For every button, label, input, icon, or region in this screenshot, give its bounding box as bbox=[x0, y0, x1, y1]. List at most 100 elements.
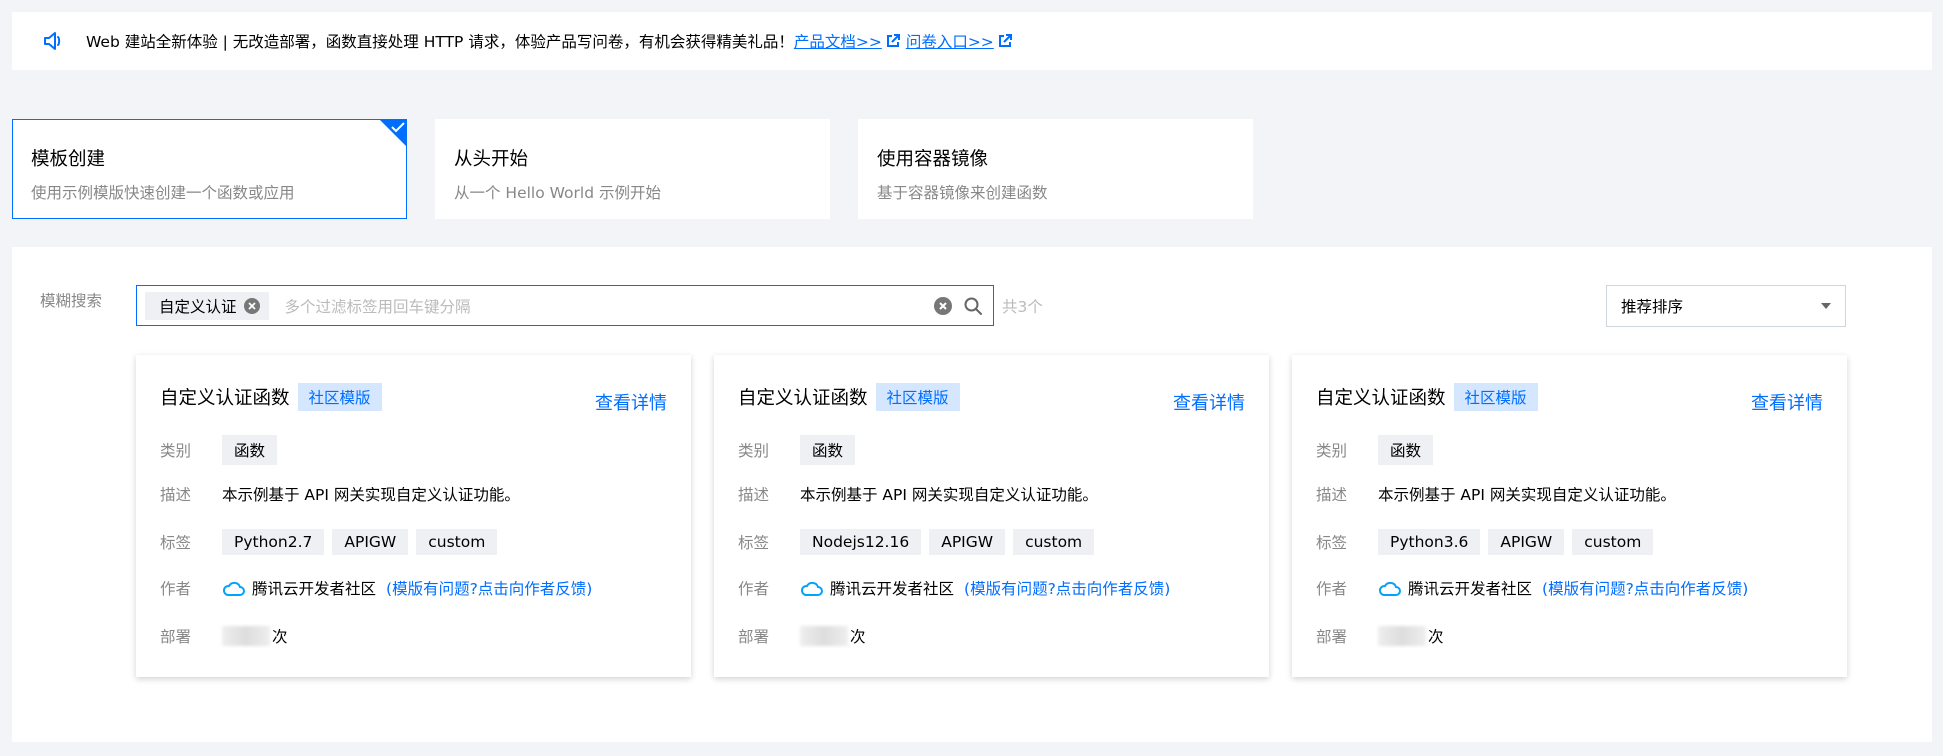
feedback-link[interactable]: (模版有问题?点击向作者反馈) bbox=[386, 577, 592, 599]
tag: custom bbox=[416, 529, 498, 555]
category-tag: 函数 bbox=[800, 435, 856, 465]
selected-check-icon bbox=[379, 119, 407, 147]
cloud-icon bbox=[1378, 581, 1401, 596]
community-badge: 社区模版 bbox=[297, 383, 382, 411]
field-label: 标签 bbox=[160, 534, 192, 552]
chevron-down-icon bbox=[1821, 303, 1831, 309]
category-row: 类别 函数 bbox=[738, 435, 863, 465]
search-placeholder[interactable]: 多个过滤标签用回车键分隔 bbox=[285, 295, 933, 317]
notice-bar: Web 建站全新体验 | 无改造部署，函数直接处理 HTTP 请求，体验产品写问… bbox=[12, 12, 1932, 70]
remove-chip-icon[interactable] bbox=[243, 297, 261, 315]
field-label: 作者 bbox=[1316, 580, 1348, 598]
field-label: 类别 bbox=[160, 442, 192, 460]
blurred-count bbox=[800, 626, 848, 646]
mode-card-container[interactable]: 使用容器镜像 基于容器镜像来创建函数 bbox=[858, 119, 1253, 219]
author-name: 腾讯云开发者社区 bbox=[252, 580, 377, 598]
category-row: 类别 函数 bbox=[160, 435, 285, 465]
field-label: 标签 bbox=[1316, 534, 1348, 552]
template-name: 自定义认证函数 bbox=[738, 388, 868, 409]
tag: custom bbox=[1572, 529, 1654, 555]
feedback-link[interactable]: (模版有问题?点击向作者反馈) bbox=[1542, 577, 1748, 599]
cloud-icon bbox=[800, 581, 823, 596]
times-suffix: 次 bbox=[1428, 628, 1444, 646]
speaker-icon bbox=[44, 32, 61, 50]
author-name: 腾讯云开发者社区 bbox=[1408, 580, 1533, 598]
template-card[interactable]: 自定义认证函数 社区模版 查看详情 类别 函数 描述 本示例基于 API 网关实… bbox=[714, 355, 1269, 677]
field-label: 作者 bbox=[738, 580, 770, 598]
category-row: 类别 函数 bbox=[1316, 435, 1441, 465]
template-name: 自定义认证函数 bbox=[1316, 388, 1446, 409]
field-label: 作者 bbox=[160, 580, 192, 598]
survey-link[interactable]: 问卷入口>> bbox=[906, 30, 994, 52]
result-count: 共3个 bbox=[1002, 298, 1043, 316]
field-label: 类别 bbox=[1316, 442, 1348, 460]
mode-desc: 从一个 Hello World 示例开始 bbox=[454, 184, 661, 202]
category-tag: 函数 bbox=[222, 435, 278, 465]
view-detail-link[interactable]: 查看详情 bbox=[595, 389, 667, 415]
author-row: 作者 腾讯云开发者社区 (模版有问题?点击向作者反馈) bbox=[1316, 577, 1748, 599]
template-card[interactable]: 自定义认证函数 社区模版 查看详情 类别 函数 描述 本示例基于 API 网关实… bbox=[1292, 355, 1847, 677]
filter-label: 模糊搜索 bbox=[40, 292, 103, 310]
tag: APIGW bbox=[1488, 529, 1565, 555]
mode-title: 模板创建 bbox=[31, 149, 106, 170]
sort-select[interactable]: 推荐排序 bbox=[1606, 285, 1846, 327]
notice-text: Web 建站全新体验 | 无改造部署，函数直接处理 HTTP 请求，体验产品写问… bbox=[86, 33, 794, 51]
description-row: 描述 本示例基于 API 网关实现自定义认证功能。 bbox=[1316, 483, 1676, 505]
deploy-row: 部署 次 bbox=[738, 625, 866, 647]
template-title-row: 自定义认证函数 社区模版 bbox=[1316, 383, 1538, 411]
tags-row: 标签 Python2.7 APIGW custom bbox=[160, 529, 505, 555]
field-label: 部署 bbox=[738, 628, 770, 646]
mode-card-scratch[interactable]: 从头开始 从一个 Hello World 示例开始 bbox=[435, 119, 830, 219]
field-label: 描述 bbox=[160, 486, 192, 504]
template-name: 自定义认证函数 bbox=[160, 388, 290, 409]
mode-card-template[interactable]: 模板创建 使用示例模版快速创建一个函数或应用 bbox=[12, 119, 407, 219]
view-detail-link[interactable]: 查看详情 bbox=[1751, 389, 1823, 415]
field-label: 部署 bbox=[1316, 628, 1348, 646]
docs-link[interactable]: 产品文档>> bbox=[794, 30, 882, 52]
template-title-row: 自定义认证函数 社区模版 bbox=[738, 383, 960, 411]
external-link-icon[interactable] bbox=[886, 34, 900, 48]
tags-row: 标签 Python3.6 APIGW custom bbox=[1316, 529, 1661, 555]
blurred-count bbox=[1378, 626, 1426, 646]
sort-selected: 推荐排序 bbox=[1621, 298, 1684, 316]
feedback-link[interactable]: (模版有问题?点击向作者反馈) bbox=[964, 577, 1170, 599]
field-label: 标签 bbox=[738, 534, 770, 552]
mode-desc: 使用示例模版快速创建一个函数或应用 bbox=[31, 184, 295, 202]
blurred-count bbox=[222, 626, 270, 646]
clear-icon[interactable] bbox=[933, 296, 953, 316]
field-label: 类别 bbox=[738, 442, 770, 460]
template-description: 本示例基于 API 网关实现自定义认证功能。 bbox=[222, 486, 520, 504]
community-badge: 社区模版 bbox=[875, 383, 960, 411]
author-row: 作者 腾讯云开发者社区 (模版有问题?点击向作者反馈) bbox=[738, 577, 1170, 599]
times-suffix: 次 bbox=[272, 628, 288, 646]
times-suffix: 次 bbox=[850, 628, 866, 646]
template-panel: 模糊搜索 自定义认证 多个过滤标签用回车键分隔 共3个 推荐排序 自定义认证函数… bbox=[12, 247, 1932, 742]
view-detail-link[interactable]: 查看详情 bbox=[1173, 389, 1245, 415]
search-icon[interactable] bbox=[963, 296, 983, 316]
author-row: 作者 腾讯云开发者社区 (模版有问题?点击向作者反馈) bbox=[160, 577, 592, 599]
category-tag: 函数 bbox=[1378, 435, 1434, 465]
search-input[interactable]: 自定义认证 多个过滤标签用回车键分隔 bbox=[136, 285, 994, 326]
tag: APIGW bbox=[929, 529, 1006, 555]
template-card[interactable]: 自定义认证函数 社区模版 查看详情 类别 函数 描述 本示例基于 API 网关实… bbox=[136, 355, 691, 677]
deploy-row: 部署 次 bbox=[160, 625, 288, 647]
external-link-icon[interactable] bbox=[998, 34, 1012, 48]
tags-row: 标签 Nodejs12.16 APIGW custom bbox=[738, 529, 1102, 555]
field-label: 描述 bbox=[1316, 486, 1348, 504]
tag: APIGW bbox=[332, 529, 409, 555]
description-row: 描述 本示例基于 API 网关实现自定义认证功能。 bbox=[160, 483, 520, 505]
field-label: 描述 bbox=[738, 486, 770, 504]
cloud-icon bbox=[222, 581, 245, 596]
mode-desc: 基于容器镜像来创建函数 bbox=[877, 184, 1048, 202]
template-description: 本示例基于 API 网关实现自定义认证功能。 bbox=[800, 486, 1098, 504]
template-description: 本示例基于 API 网关实现自定义认证功能。 bbox=[1378, 486, 1676, 504]
template-title-row: 自定义认证函数 社区模版 bbox=[160, 383, 382, 411]
author-name: 腾讯云开发者社区 bbox=[830, 580, 955, 598]
filter-chip[interactable]: 自定义认证 bbox=[145, 291, 269, 320]
deploy-row: 部署 次 bbox=[1316, 625, 1444, 647]
filter-chip-label: 自定义认证 bbox=[159, 297, 237, 316]
field-label: 部署 bbox=[160, 628, 192, 646]
mode-title: 从头开始 bbox=[454, 149, 529, 170]
tag: custom bbox=[1013, 529, 1095, 555]
community-badge: 社区模版 bbox=[1453, 383, 1538, 411]
